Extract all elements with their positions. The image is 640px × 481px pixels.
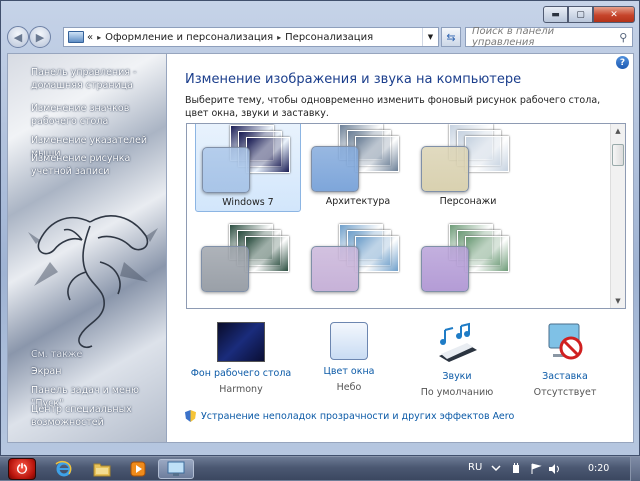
theme-wallpaper-preview <box>465 136 509 172</box>
shield-icon <box>185 410 196 422</box>
back-button[interactable]: ◀ <box>7 26 29 48</box>
internet-explorer-icon <box>55 460 72 477</box>
scrollbar-thumb[interactable] <box>612 144 624 166</box>
arrow-right-icon: ▶ <box>35 30 45 44</box>
theme-tile[interactable] <box>305 216 411 308</box>
sidebar-link-desktop-icons[interactable]: Изменение значков рабочего стола <box>31 102 166 128</box>
action-center-flag-icon[interactable] <box>530 463 542 475</box>
screensaver-link[interactable]: Заставка <box>513 371 617 382</box>
show-desktop-button[interactable] <box>630 457 640 481</box>
theme-name: Windows 7 <box>222 197 274 208</box>
theme-tile[interactable]: Архитектура <box>305 124 411 212</box>
taskbar-media-player[interactable] <box>126 459 150 479</box>
refresh-button[interactable]: ⇆ <box>441 27 461 47</box>
theme-wallpaper-preview <box>465 236 509 272</box>
close-button[interactable]: ✕ <box>593 6 635 23</box>
power-plug-icon[interactable] <box>510 463 522 475</box>
search-placeholder: Поиск в панели управления <box>472 26 555 48</box>
sidebar: Панель управления - домашняя страница Из… <box>7 53 167 443</box>
start-button[interactable]: ⏻ <box>8 458 36 480</box>
sidebar-link-account-picture[interactable]: Изменение рисунка учетной записи <box>31 152 166 178</box>
folder-icon <box>93 463 111 477</box>
control-panel-window: ▬ ▢ ✕ ◀ ▶ « ▸ Оформление и персонализаци… <box>0 0 640 456</box>
theme-name: Персонажи <box>439 196 497 207</box>
language-indicator[interactable]: RU <box>468 462 482 473</box>
theme-color-swatch <box>202 147 250 193</box>
breadcrumb-appearance[interactable]: Оформление и персонализация <box>105 32 273 43</box>
theme-wallpaper-preview <box>355 236 399 272</box>
refresh-icon: ⇆ <box>446 30 456 44</box>
page-title: Изменение изображения и звука на компьют… <box>185 72 522 87</box>
breadcrumb-separator-icon[interactable]: ▸ <box>277 33 281 42</box>
clock[interactable]: 0:20 <box>588 463 609 474</box>
see-also-heading: См. также <box>31 349 83 360</box>
breadcrumb-prefix: « <box>87 31 94 43</box>
sounds-setting[interactable]: Звуки По умолчанию <box>405 322 509 398</box>
theme-wallpaper-preview <box>246 137 290 173</box>
theme-color-swatch <box>421 246 469 292</box>
sounds-value: По умолчанию <box>420 387 494 398</box>
aero-troubleshoot[interactable]: Устранение неполадок прозрачности и друг… <box>185 410 514 422</box>
sounds-icon <box>439 322 477 362</box>
theme-tile[interactable]: Персонажи <box>415 124 521 212</box>
main-content: ? Изменение изображения и звука на компь… <box>167 53 634 443</box>
minimize-button[interactable]: ▬ <box>543 6 568 23</box>
sidebar-link-display[interactable]: Экран <box>31 365 166 378</box>
breadcrumb-separator-icon: ▸ <box>97 32 102 42</box>
taskbar-internet-explorer[interactable] <box>52 459 76 479</box>
media-player-icon <box>130 461 146 477</box>
theme-wallpaper-preview <box>355 136 399 172</box>
forward-button[interactable]: ▶ <box>29 26 51 48</box>
chevron-down-icon[interactable]: ▼ <box>422 28 438 46</box>
volume-icon[interactable] <box>548 463 560 475</box>
breadcrumb-personalization[interactable]: Персонализация <box>285 32 373 43</box>
taskbar-control-panel[interactable] <box>158 459 194 479</box>
theme-gallery[interactable]: Windows 7 Архитектура Персонажи ▲ ▼ <box>186 123 626 309</box>
scroll-up-icon[interactable]: ▲ <box>611 124 625 138</box>
address-bar[interactable]: « ▸ Оформление и персонализация ▸ Персон… <box>63 27 439 47</box>
scroll-down-icon[interactable]: ▼ <box>611 294 625 308</box>
theme-color-swatch <box>421 146 469 192</box>
theme-wallpaper-preview <box>245 236 289 272</box>
theme-color-swatch <box>201 246 249 292</box>
wallpaper-icon <box>217 322 265 362</box>
desktop-background-setting[interactable]: Фон рабочего стола Harmony <box>189 322 293 395</box>
window-color-setting[interactable]: Цвет окна Небо <box>297 322 401 393</box>
control-panel-icon <box>68 31 84 43</box>
theme-name: Архитектура <box>325 196 391 207</box>
caption-buttons: ▬ ▢ ✕ <box>543 6 635 23</box>
aero-troubleshoot-link[interactable]: Устранение неполадок прозрачности и друг… <box>201 411 514 422</box>
sounds-link[interactable]: Звуки <box>405 371 509 382</box>
desktop-background-value: Harmony <box>219 384 263 395</box>
dragon-wallpaper-image <box>28 215 158 349</box>
taskbar: ⏻ RU 0:20 <box>0 456 640 481</box>
theme-tile[interactable] <box>195 216 301 308</box>
power-icon: ⏻ <box>16 461 28 477</box>
arrow-left-icon: ◀ <box>13 30 23 44</box>
control-panel-icon <box>167 461 185 476</box>
window-color-icon <box>330 322 368 360</box>
screensaver-setting[interactable]: Заставка Отсутствует <box>513 322 617 398</box>
chevron-down-icon[interactable] <box>490 463 502 475</box>
page-description: Выберите тему, чтобы одновременно измени… <box>185 95 601 119</box>
theme-color-swatch <box>311 146 359 192</box>
desktop-background-link[interactable]: Фон рабочего стола <box>189 368 293 379</box>
sidebar-link-ease-of-access[interactable]: Центр специальных возможностей <box>31 403 166 429</box>
navigation-bar: ◀ ▶ « ▸ Оформление и персонализация ▸ Пе… <box>7 25 633 49</box>
screensaver-value: Отсутствует <box>533 387 597 398</box>
theme-color-swatch <box>311 246 359 292</box>
window-color-value: Небо <box>336 382 362 393</box>
theme-scrollbar[interactable]: ▲ ▼ <box>610 124 625 308</box>
search-input[interactable]: Поиск в панели управления ⚲ <box>465 26 633 48</box>
theme-tile[interactable] <box>415 216 521 308</box>
screensaver-icon <box>548 323 583 360</box>
sidebar-home-link[interactable]: Панель управления - домашняя страница <box>31 66 166 92</box>
taskbar-explorer[interactable] <box>90 459 114 479</box>
help-icon[interactable]: ? <box>616 56 629 69</box>
search-icon[interactable]: ⚲ <box>615 28 632 46</box>
maximize-button[interactable]: ▢ <box>568 6 593 23</box>
theme-tile[interactable]: Windows 7 <box>195 124 301 212</box>
window-color-link[interactable]: Цвет окна <box>297 366 401 377</box>
